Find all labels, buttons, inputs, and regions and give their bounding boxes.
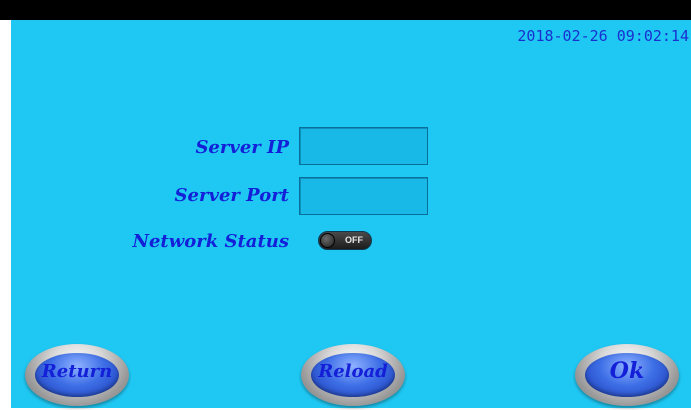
ok-button[interactable]: Ok — [575, 344, 679, 406]
reload-button-label: Reload — [318, 361, 388, 382]
server-port-input[interactable] — [299, 177, 428, 215]
top-bar — [0, 0, 691, 20]
toggle-state-text: OFF — [345, 235, 363, 245]
network-status-toggle[interactable]: OFF — [318, 231, 372, 250]
ok-button-label: Ok — [609, 358, 645, 384]
reload-button[interactable]: Reload — [301, 344, 405, 406]
network-status-label: Network Status — [132, 231, 289, 252]
server-port-label: Server Port — [174, 185, 289, 206]
server-ip-label: Server IP — [195, 137, 289, 158]
return-button-label: Return — [41, 361, 113, 382]
toggle-knob-icon — [320, 233, 335, 248]
return-button[interactable]: Return — [25, 344, 129, 406]
server-ip-input[interactable] — [299, 127, 428, 165]
network-settings-screen: 2018-02-26 09:02:14 Server IP Server Por… — [11, 20, 691, 408]
datetime-display: 2018-02-26 09:02:14 — [517, 27, 689, 45]
